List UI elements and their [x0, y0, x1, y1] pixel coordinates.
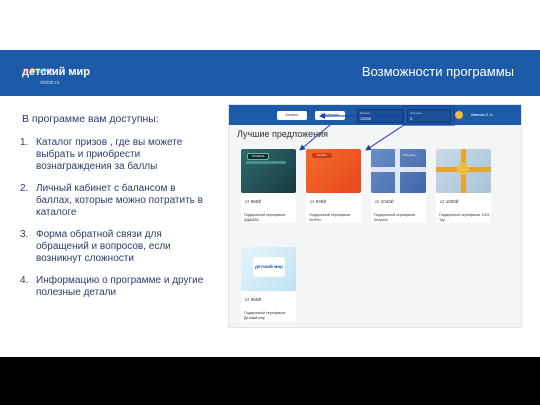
callout-overlay	[299, 105, 455, 151]
bottom-band	[0, 357, 540, 405]
cart-highlight-box	[403, 105, 455, 126]
callout-arrow	[365, 124, 405, 151]
callout-arrow	[299, 124, 331, 151]
